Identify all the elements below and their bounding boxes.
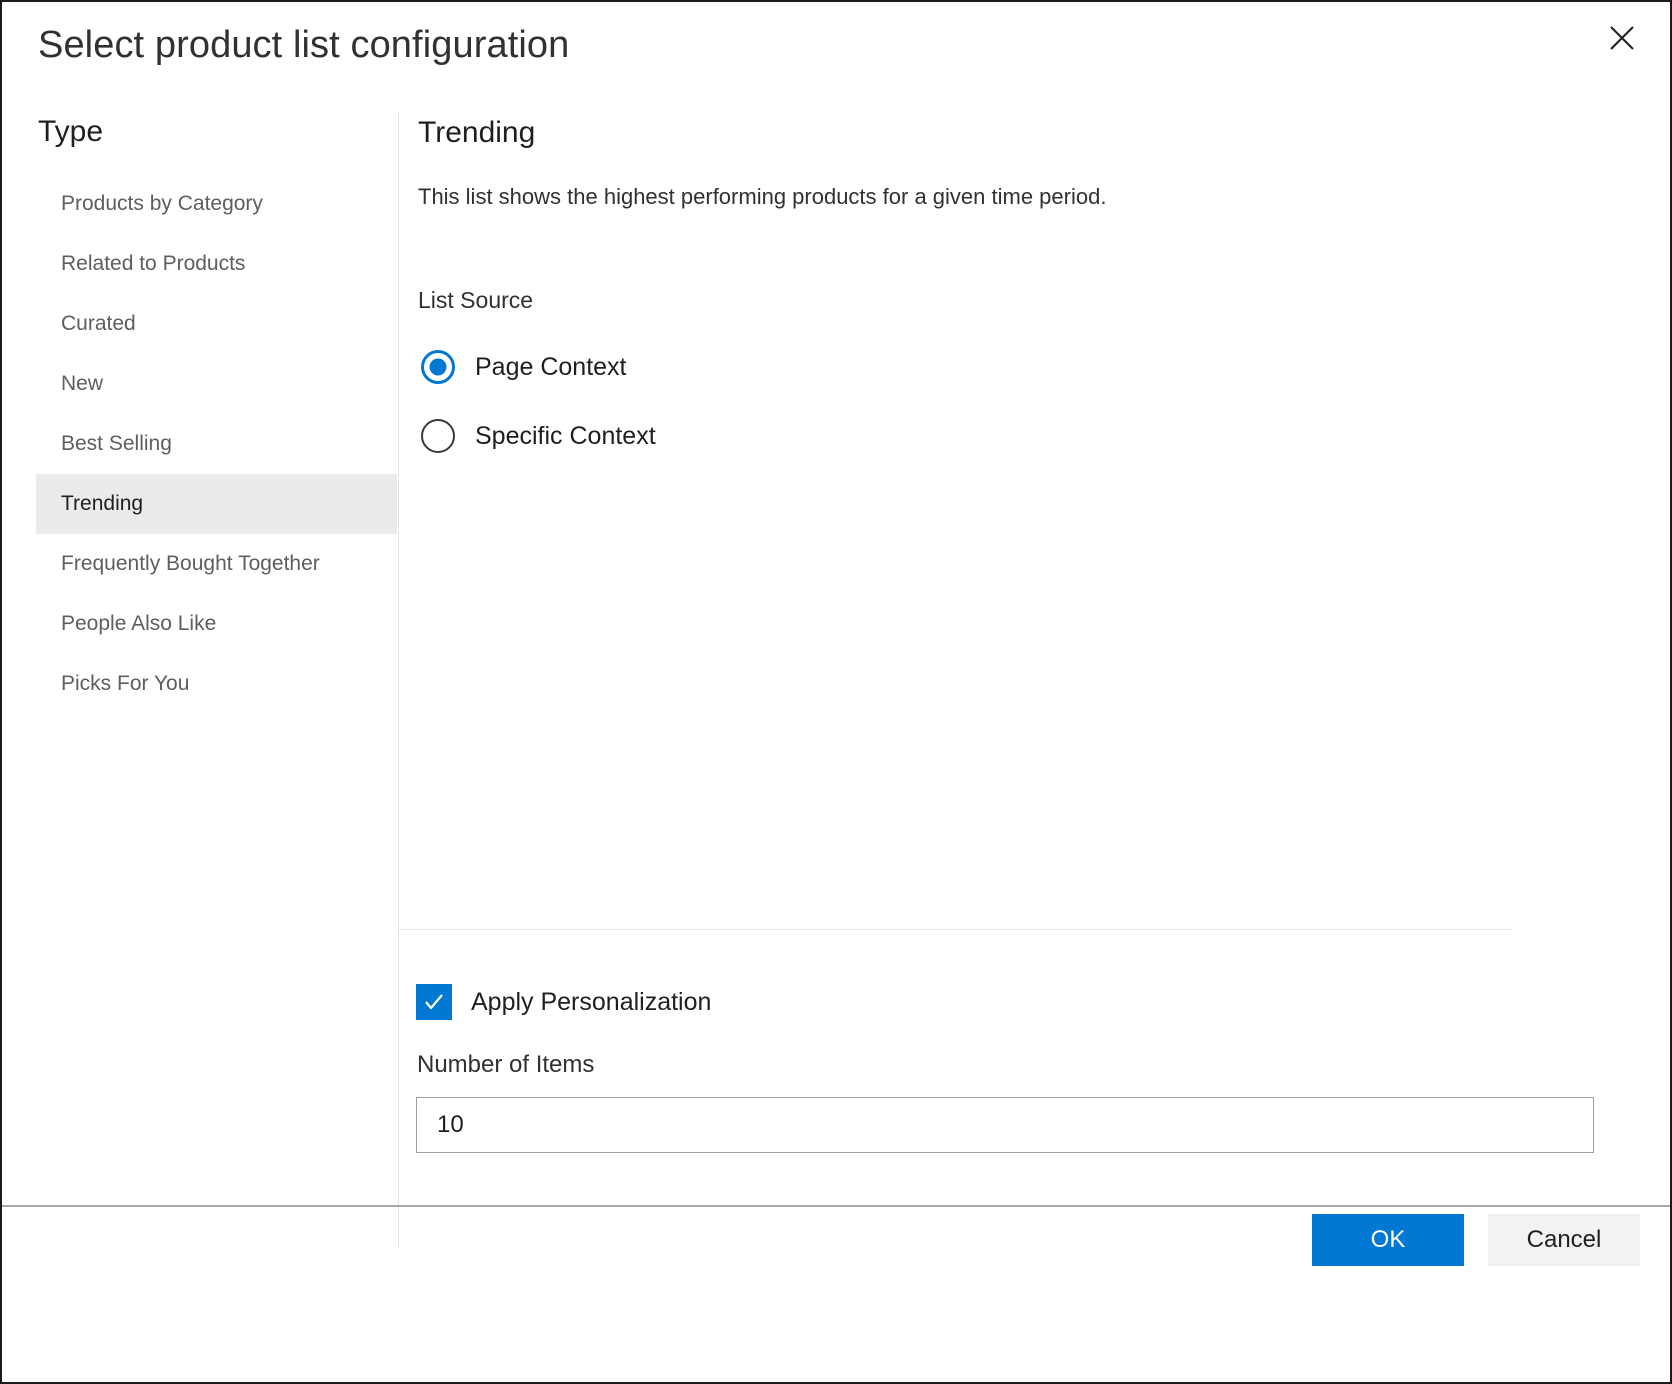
sidebar-item-people-also-like[interactable]: People Also Like [36,594,397,654]
select-product-list-configuration-dialog: Select product list configuration Type P… [0,0,1672,1384]
footer-actions: OK Cancel [1312,1214,1640,1266]
panel-description: This list shows the highest performing p… [418,184,1106,210]
check-icon [422,990,446,1014]
number-of-items-input[interactable] [416,1097,1594,1153]
sidebar-item-curated[interactable]: Curated [36,294,397,354]
sidebar-item-best-selling[interactable]: Best Selling [36,414,397,474]
apply-personalization-label: Apply Personalization [471,988,711,1017]
radio-label-specific-context: Specific Context [475,422,656,451]
horizontal-divider [399,929,1513,930]
apply-personalization-checkbox-row[interactable]: Apply Personalization [416,984,711,1020]
sidebar-item-trending[interactable]: Trending [36,474,397,534]
sidebar-item-new[interactable]: New [36,354,397,414]
list-source-label: List Source [418,287,533,314]
number-of-items-label: Number of Items [417,1051,594,1079]
close-icon [1607,23,1637,53]
list-source-radio-group: Page Context Specific Context [421,342,656,480]
sidebar-heading: Type [38,115,103,149]
radio-label-page-context: Page Context [475,353,627,382]
vertical-divider [398,112,399,1249]
sidebar-item-picks-for-you[interactable]: Picks For You [36,654,397,714]
sidebar-item-related-to-products[interactable]: Related to Products [36,234,397,294]
sidebar-item-products-by-category[interactable]: Products by Category [36,174,397,234]
checkbox-apply-personalization[interactable] [416,984,452,1020]
close-button[interactable] [1598,14,1646,62]
type-list: Products by Category Related to Products… [36,174,397,714]
radio-option-page-context[interactable]: Page Context [421,342,656,392]
footer-divider [2,1205,1670,1207]
sidebar-item-frequently-bought-together[interactable]: Frequently Bought Together [36,534,397,594]
dialog-title: Select product list configuration [38,24,569,67]
radio-icon-page-context[interactable] [421,350,455,384]
radio-icon-specific-context[interactable] [421,419,455,453]
cancel-button[interactable]: Cancel [1488,1214,1640,1266]
ok-button[interactable]: OK [1312,1214,1464,1266]
radio-option-specific-context[interactable]: Specific Context [421,411,656,461]
panel-title: Trending [418,116,535,150]
